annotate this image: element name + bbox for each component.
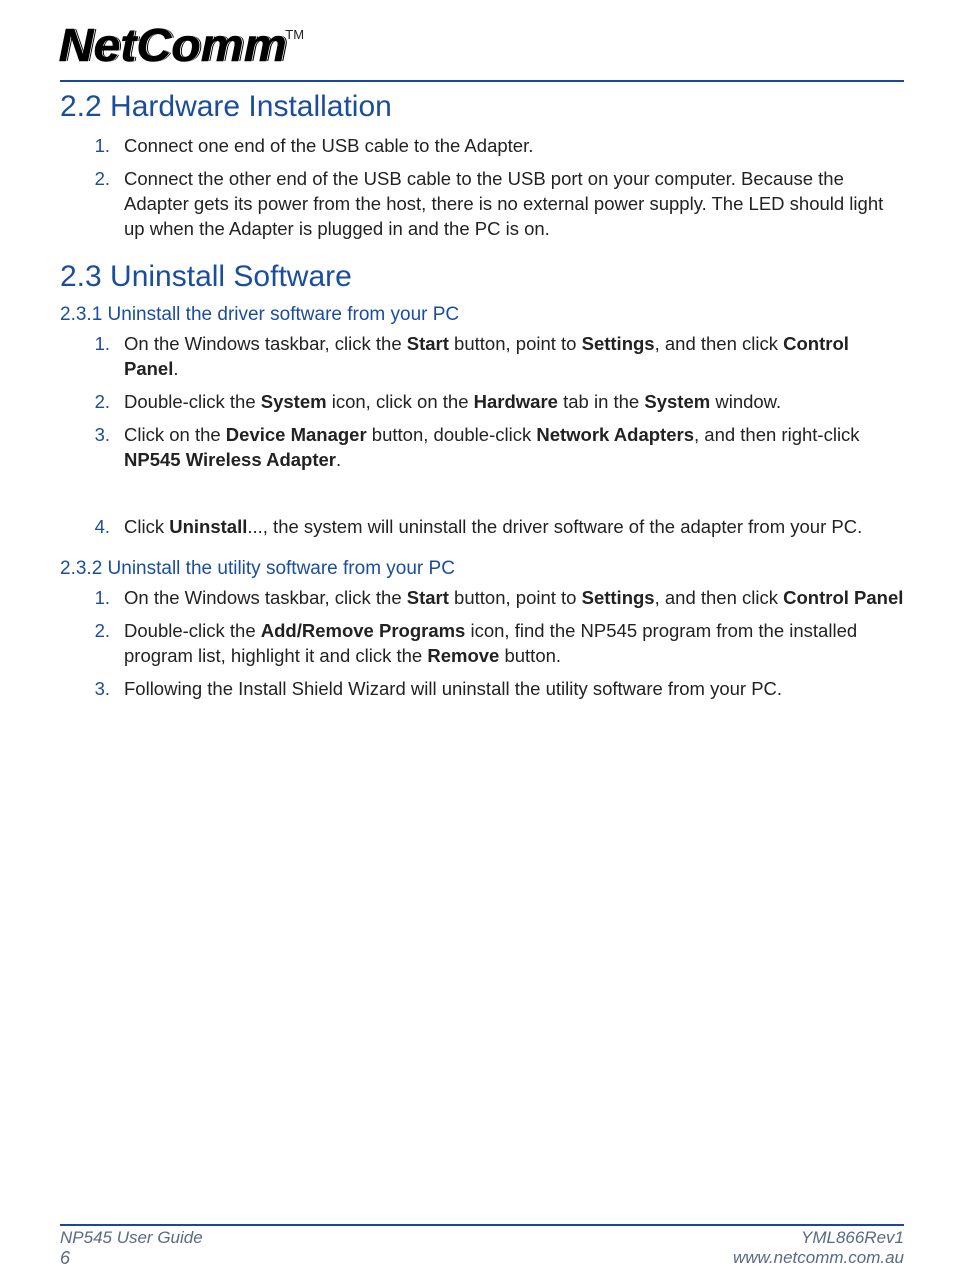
brand-logo-text: NetComm [59,18,287,72]
step-text: Double-click the Add/Remove Programs ico… [124,619,904,669]
step-number: 4. [90,515,124,540]
step-number: 2. [90,390,124,415]
step-number: 2. [90,619,124,669]
list-item: 1. On the Windows taskbar, click the Sta… [90,586,904,611]
brand-logo: NetComm TM [64,18,904,72]
list-item: 3. Following the Install Shield Wizard w… [90,677,904,702]
step-text: Following the Install Shield Wizard will… [124,677,904,702]
list-item: 4. Click Uninstall..., the system will u… [90,515,904,540]
section-2-3-title: 2.3 Uninstall Software [60,260,904,294]
page-footer: NP545 User Guide 6 YML866Rev1 www.netcom… [60,1224,904,1269]
list-item: 2. Connect the other end of the USB cabl… [90,167,904,242]
step-text: Click Uninstall..., the system will unin… [124,515,904,540]
step-number: 2. [90,167,124,242]
header-rule [60,80,904,82]
uninstall-driver-steps: 1. On the Windows taskbar, click the Sta… [60,332,904,540]
list-item: 2. Double-click the System icon, click o… [90,390,904,415]
hardware-install-steps: 1. Connect one end of the USB cable to t… [60,134,904,242]
step-number: 1. [90,332,124,382]
section-2-2-title: 2.2 Hardware Installation [60,90,904,124]
footer-guide-title: NP545 User Guide [60,1228,203,1248]
list-item: 1. On the Windows taskbar, click the Sta… [90,332,904,382]
subsection-2-3-1-title: 2.3.1 Uninstall the driver software from… [60,304,904,326]
subsection-2-3-2-title: 2.3.2 Uninstall the utility software fro… [60,558,904,580]
footer-doc-ref: YML866Rev1 [733,1228,904,1248]
step-text: Double-click the System icon, click on t… [124,390,904,415]
step-text: Click on the Device Manager button, doub… [124,423,904,473]
step-text: Connect one end of the USB cable to the … [124,134,904,159]
step-number: 1. [90,586,124,611]
step-number: 3. [90,677,124,702]
step-text: On the Windows taskbar, click the Start … [124,586,904,611]
step-number: 3. [90,423,124,473]
footer-page-number: 6 [60,1248,203,1269]
list-item: 3. Click on the Device Manager button, d… [90,423,904,473]
step-text: Connect the other end of the USB cable t… [124,167,904,242]
step-number: 1. [90,134,124,159]
uninstall-utility-steps: 1. On the Windows taskbar, click the Sta… [60,586,904,702]
footer-rule [60,1224,904,1226]
footer-url: www.netcomm.com.au [733,1248,904,1268]
list-item: 2. Double-click the Add/Remove Programs … [90,619,904,669]
list-item: 1. Connect one end of the USB cable to t… [90,134,904,159]
step-text: On the Windows taskbar, click the Start … [124,332,904,382]
trademark-symbol: TM [285,27,304,42]
